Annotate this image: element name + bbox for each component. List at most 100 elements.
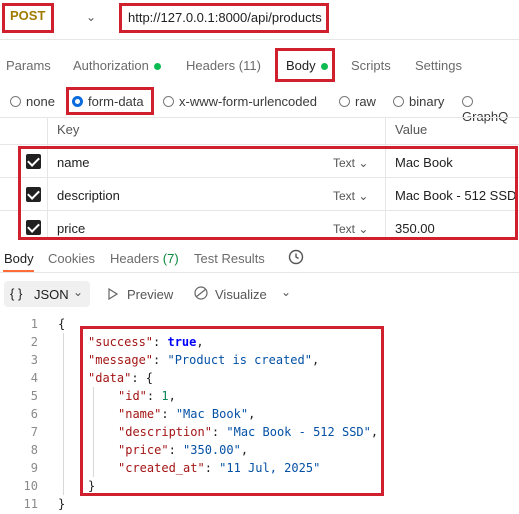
json-key: "id" (118, 389, 147, 403)
table-border (0, 210, 519, 211)
json-value: "Mac Book" (175, 407, 249, 421)
divider (0, 272, 519, 273)
json-key: "message" (88, 353, 154, 367)
row-checkbox[interactable] (26, 154, 41, 169)
line-number: 11 (23, 497, 38, 511)
tab-authorization-label: Authorization (73, 58, 149, 73)
radio-form-data[interactable]: form-data (72, 94, 144, 109)
code-line: "message": "Product is created", (88, 353, 320, 367)
radio-circle (163, 96, 174, 107)
line-number: 10 (23, 479, 38, 493)
tab-settings[interactable]: Settings (415, 58, 462, 73)
resp-tab-test-results[interactable]: Test Results (194, 251, 265, 266)
line-number: 8 (30, 443, 38, 457)
code-line: "id": 1, (118, 389, 176, 403)
code-line: } (58, 497, 66, 511)
code-line: "name": "Mac Book", (118, 407, 256, 421)
radio-label: form-data (88, 94, 144, 109)
tab-headers-label: Headers (186, 58, 236, 73)
radio-none[interactable]: none (10, 94, 55, 109)
row-type-select[interactable]: Text ⌄ (333, 222, 368, 236)
line-number: 9 (30, 461, 38, 475)
resp-tab-body[interactable]: Body (4, 251, 34, 266)
code-line: } (88, 479, 96, 493)
indent-guide (93, 387, 94, 477)
chevron-down-icon: ⌄ (358, 156, 369, 170)
line-number: 1 (30, 317, 38, 331)
line-number: 3 (30, 353, 38, 367)
resp-tab-headers-count: (7) (162, 251, 179, 266)
radio-raw[interactable]: raw (339, 94, 376, 109)
json-value: "11 Jul, 2025" (219, 461, 321, 475)
chevron-down-icon[interactable]: ⌄ (86, 10, 96, 24)
radio-circle (393, 96, 404, 107)
code-line: "description": "Mac Book - 512 SSD", (118, 425, 379, 439)
row-checkbox[interactable] (26, 187, 41, 202)
line-number: 5 (30, 389, 38, 403)
line-number: 2 (30, 335, 38, 349)
column-header-key: Key (57, 122, 80, 137)
radio-circle (462, 96, 473, 107)
row-key[interactable]: price (57, 221, 85, 236)
table-border (0, 177, 519, 178)
row-value[interactable]: 350.00 (395, 221, 435, 236)
radio-circle (339, 96, 350, 107)
url-input[interactable]: http://127.0.0.1:8000/api/products (128, 10, 322, 25)
row-value[interactable]: Mac Book (395, 155, 453, 170)
chevron-down-icon: ⌄ (358, 222, 369, 236)
row-type-select[interactable]: Text ⌄ (333, 156, 368, 170)
tab-body[interactable]: Body (286, 58, 328, 73)
row-key[interactable]: description (57, 188, 120, 203)
code-line: "success": true, (88, 335, 204, 349)
resp-tab-cookies[interactable]: Cookies (48, 251, 95, 266)
radio-label: none (26, 94, 55, 109)
radio-urlencoded[interactable]: x-www-form-urlencoded (163, 94, 317, 109)
json-value: "Mac Book - 512 SSD" (226, 425, 371, 439)
chevron-down-icon: ⌄ (73, 285, 84, 299)
preview-button[interactable]: Preview (127, 287, 173, 302)
indent-guide (63, 333, 64, 495)
chevron-down-icon[interactable]: ⌄ (281, 285, 291, 299)
row-type-select[interactable]: Text ⌄ (333, 189, 368, 203)
json-key: "success" (88, 335, 154, 349)
tab-params[interactable]: Params (6, 58, 51, 73)
resp-tab-headers-label: Headers (110, 251, 160, 266)
json-key: "description" (118, 425, 212, 439)
row-value[interactable]: Mac Book - 512 SSD (395, 188, 516, 203)
code-line: "price": "350.00", (118, 443, 249, 457)
method-select[interactable]: POST (10, 8, 45, 23)
code-line: "data": { (88, 371, 153, 385)
history-icon[interactable] (287, 248, 305, 266)
play-icon (108, 287, 119, 301)
radio-label: x-www-form-urlencoded (179, 94, 317, 109)
json-value: true (167, 335, 197, 349)
json-key: "created_at" (118, 461, 205, 475)
line-number: 7 (30, 425, 38, 439)
column-header-value: Value (395, 122, 428, 137)
radio-binary[interactable]: binary (393, 94, 444, 109)
line-number: 6 (30, 407, 38, 421)
tab-authorization[interactable]: Authorization (73, 58, 161, 73)
braces-icon: { } (10, 286, 23, 301)
json-key: "name" (118, 407, 162, 421)
row-key[interactable]: name (57, 155, 90, 170)
chevron-down-icon: ⌄ (358, 189, 369, 203)
tab-scripts[interactable]: Scripts (351, 58, 391, 73)
visualize-button[interactable]: Visualize (215, 287, 267, 302)
radio-label: raw (355, 94, 376, 109)
row-checkbox[interactable] (26, 220, 41, 235)
table-border (0, 144, 519, 145)
visualize-icon (193, 285, 209, 301)
table-border (0, 117, 519, 118)
row-type: Text (333, 222, 356, 236)
row-type: Text (333, 189, 356, 203)
line-number: 4 (30, 371, 38, 385)
radio-graphql[interactable]: GraphQ (462, 94, 519, 124)
radio-circle (10, 96, 21, 107)
status-dot (320, 63, 328, 71)
table-border (47, 117, 48, 240)
resp-tab-headers[interactable]: Headers (7) (110, 251, 179, 266)
code-line: "created_at": "11 Jul, 2025" (118, 461, 321, 475)
tab-headers[interactable]: Headers (11) (186, 58, 261, 73)
json-value: 1 (161, 389, 169, 403)
